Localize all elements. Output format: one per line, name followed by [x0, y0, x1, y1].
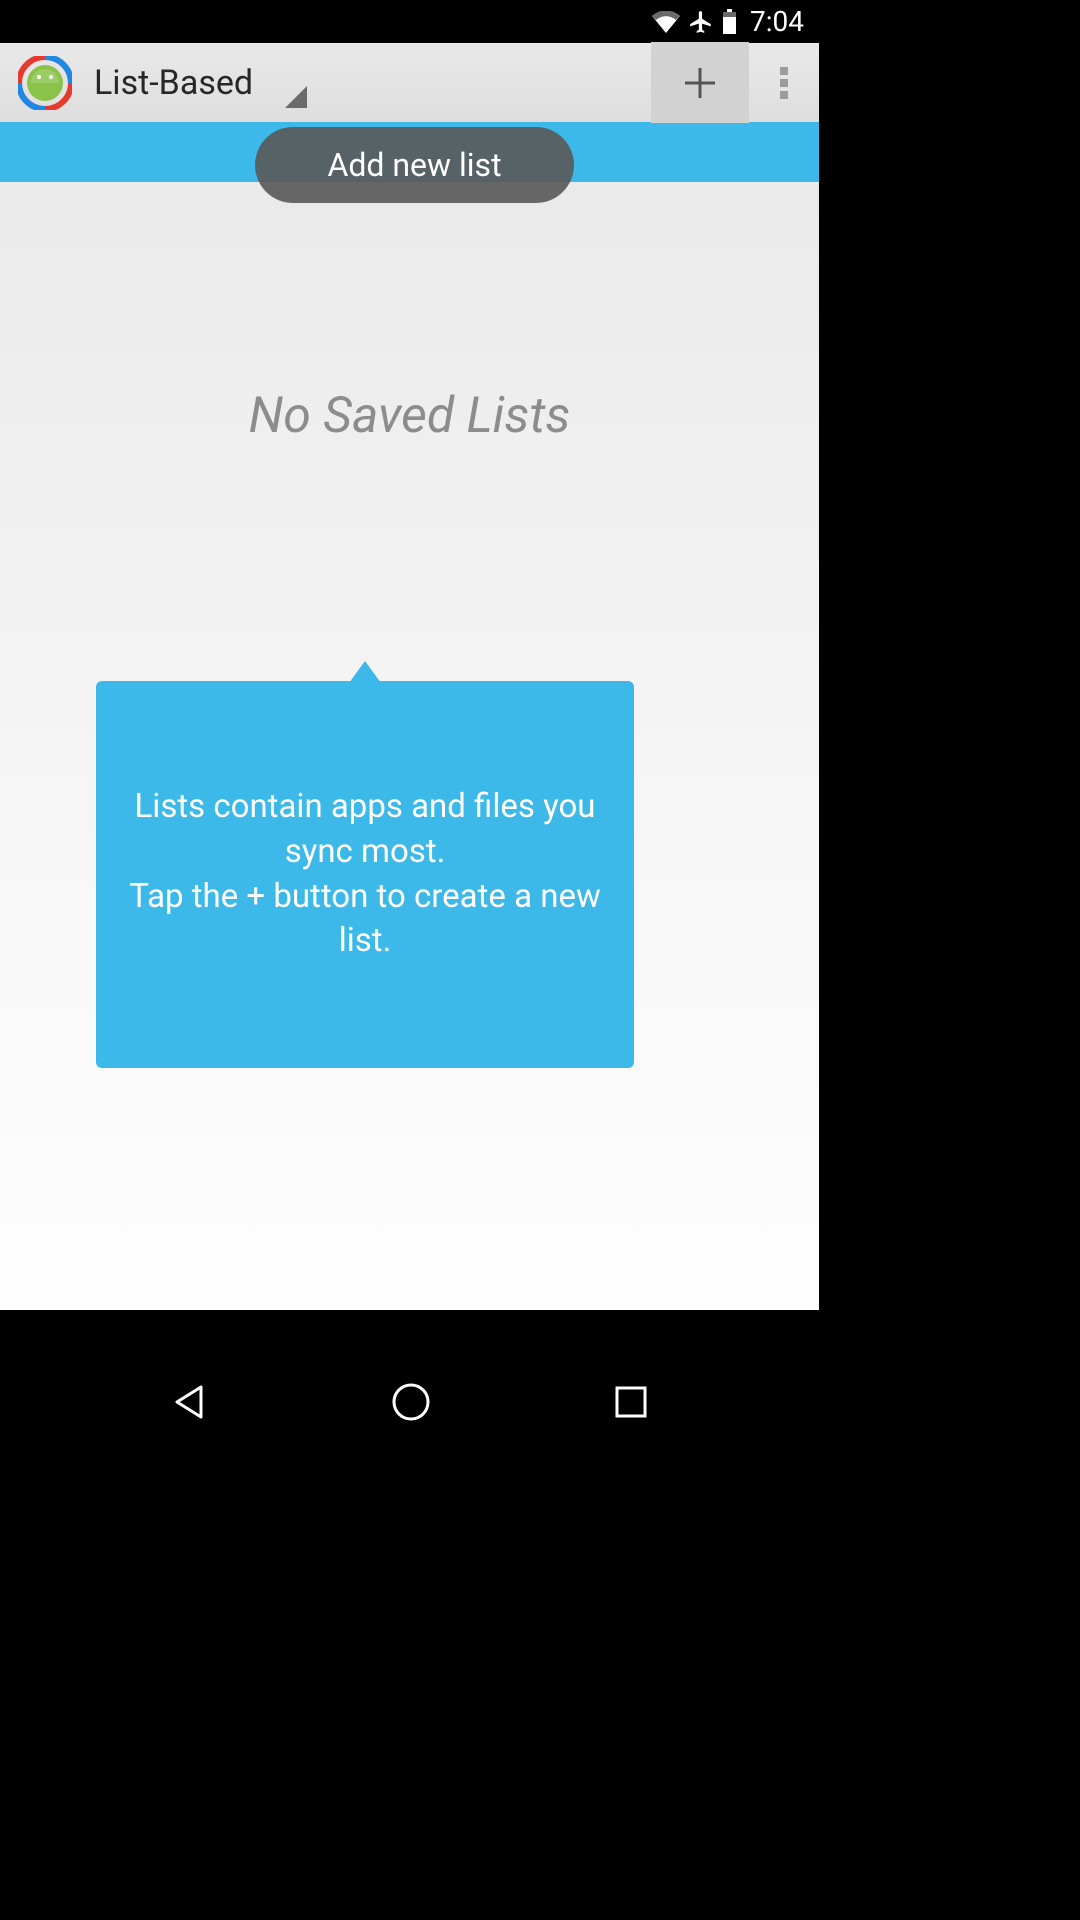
back-triangle-icon — [171, 1383, 209, 1421]
hint-text: Lists contain apps and files you sync mo… — [126, 785, 604, 963]
navigation-bar — [0, 1347, 819, 1456]
home-circle-icon — [391, 1382, 431, 1422]
letterbox — [0, 1310, 819, 1347]
home-button[interactable] — [391, 1382, 431, 1422]
airplane-icon — [688, 9, 714, 35]
hint-callout[interactable]: Lists contain apps and files you sync mo… — [96, 681, 634, 1068]
back-button[interactable] — [171, 1383, 209, 1421]
more-vert-icon — [779, 66, 789, 100]
status-clock: 7:04 — [750, 5, 804, 38]
add-tooltip: Add new list — [255, 127, 574, 203]
empty-state-heading: No Saved Lists — [0, 387, 819, 445]
status-bar: 7:04 — [0, 0, 819, 43]
app-bar: List-Based — [0, 43, 819, 124]
dropdown-triangle-icon — [285, 86, 307, 108]
content-area: No Saved Lists Lists contain apps and fi… — [0, 182, 819, 1310]
wifi-icon — [652, 11, 680, 33]
battery-icon — [722, 9, 737, 34]
app-title: List-Based — [94, 63, 253, 103]
add-button[interactable] — [651, 42, 749, 123]
title-spinner[interactable]: List-Based — [94, 58, 651, 108]
plus-icon — [681, 64, 719, 102]
recents-square-icon — [614, 1385, 648, 1419]
app-logo-icon[interactable] — [18, 56, 72, 110]
tooltip-label: Add new list — [327, 146, 501, 184]
overflow-menu-button[interactable] — [749, 42, 819, 123]
recents-button[interactable] — [614, 1385, 648, 1419]
